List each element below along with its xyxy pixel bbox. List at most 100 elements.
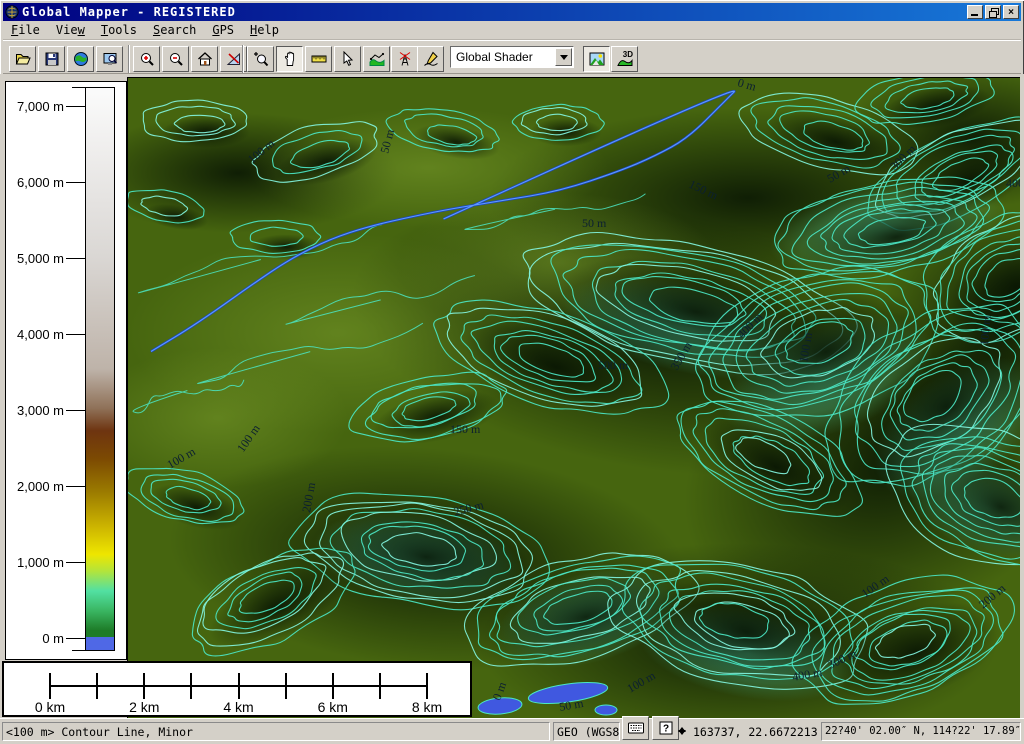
map-view[interactable]: 100 m50 m0 m50 m150 m300 m50 m400500 m35…: [127, 77, 1020, 718]
app-icon: [5, 5, 19, 19]
help-button[interactable]: ?: [652, 716, 679, 740]
terrain-map: 100 m50 m0 m50 m150 m300 m50 m400500 m35…: [128, 78, 1020, 718]
capture-screen-button[interactable]: [96, 46, 123, 72]
legend-tick: [66, 182, 85, 183]
keyboard-icon: [628, 722, 644, 734]
path-profile-button[interactable]: [363, 46, 390, 72]
3d-view-button[interactable]: 3D: [611, 46, 638, 72]
sea-level-band: [86, 637, 114, 650]
measure-tool-button[interactable]: [305, 46, 332, 72]
contour-label: 500 m: [598, 358, 629, 372]
shader-dropdown[interactable]: Global Shader: [450, 46, 574, 68]
toolbar-separator: [128, 45, 130, 73]
home-icon: [197, 51, 213, 67]
scale-tick: [190, 673, 192, 699]
select-tool-button[interactable]: [334, 46, 361, 72]
scale-tick: [96, 673, 98, 699]
legend-tick: [66, 258, 85, 259]
legend-tick: [66, 486, 85, 487]
contour-label: 50 m: [582, 216, 607, 230]
legend-tick-label: 0 m: [42, 631, 64, 646]
landscape-image-icon: [588, 51, 606, 67]
status-spinner[interactable]: [676, 721, 688, 741]
scale-label: 4 km: [223, 699, 253, 715]
scale-tick: [49, 673, 51, 699]
window-title: Global Mapper - REGISTERED: [22, 5, 236, 19]
chevron-down-icon: [560, 55, 568, 64]
scale-label: 2 km: [129, 699, 159, 715]
toolbar: Global Shader 3D: [3, 40, 1021, 74]
scale-tick: [143, 673, 145, 699]
globe-icon: [73, 51, 89, 67]
open-folder-icon: [15, 51, 31, 67]
legend-tick-label: 2,000 m: [17, 479, 64, 494]
status-projection: GEO (WGS84: [553, 722, 620, 741]
close-button[interactable]: ×: [1003, 5, 1019, 19]
view-shed-icon: [397, 51, 413, 67]
menu-search[interactable]: Search: [145, 21, 204, 39]
spinner-down-icon: [678, 730, 686, 739]
shader-dropdown-value: Global Shader: [456, 50, 533, 64]
scale-tick: [379, 673, 381, 699]
legend-cap: [72, 87, 85, 88]
scale-tick: [426, 673, 428, 699]
scale-label: 0 km: [35, 699, 65, 715]
titlebar: Global Mapper - REGISTERED ×: [3, 3, 1021, 21]
toolbar-separator: [242, 45, 244, 73]
contour-label: 150 m: [450, 422, 481, 436]
menu-tools[interactable]: Tools: [93, 21, 145, 39]
path-profile-icon: [369, 51, 385, 67]
zoom-out-button[interactable]: [162, 46, 189, 72]
restore-icon: [989, 8, 997, 16]
dropdown-arrow-button[interactable]: [555, 48, 572, 66]
legend-cap: [72, 650, 85, 651]
menu-help[interactable]: Help: [242, 21, 287, 39]
open-file-button[interactable]: [9, 46, 36, 72]
restore-button[interactable]: [985, 5, 1001, 19]
3d-label: 3D: [623, 50, 633, 59]
help-icon: ?: [659, 721, 673, 735]
zoom-tool-icon: [253, 51, 269, 67]
triangle-ruler-pencil-icon: [226, 51, 242, 67]
floppy-icon: [44, 51, 60, 67]
menubar: FileViewToolsSearchGPSHelp: [3, 21, 1021, 40]
svg-text:?: ?: [662, 724, 668, 735]
window-controls: ×: [967, 5, 1021, 19]
monitor-magnifier-icon: [102, 51, 118, 67]
menu-file[interactable]: File: [3, 21, 48, 39]
coordinate-entry-button[interactable]: [622, 716, 649, 740]
legend-tick-label: 6,000 m: [17, 175, 64, 190]
save-button[interactable]: [38, 46, 65, 72]
pan-tool-button[interactable]: [276, 46, 303, 72]
legend-tick: [66, 106, 85, 107]
image-display-button[interactable]: [583, 46, 610, 72]
legend-tick-label: 1,000 m: [17, 555, 64, 570]
zoom-in-button[interactable]: [133, 46, 160, 72]
digitizer-button[interactable]: [417, 46, 444, 72]
menu-view[interactable]: View: [48, 21, 93, 39]
statusbar: <100 m> Contour Line, Minor GEO (WGS84 ?…: [0, 718, 1024, 744]
scale-label: 6 km: [318, 699, 348, 715]
menu-gps[interactable]: GPS: [204, 21, 242, 39]
minimize-button[interactable]: [967, 5, 983, 19]
legend-tick: [66, 562, 85, 563]
scale-tick: [332, 673, 334, 699]
legend-tick-label: 5,000 m: [17, 251, 64, 266]
contour-label: 400: [1006, 176, 1020, 190]
hand-icon: [282, 51, 298, 67]
legend-tick-label: 7,000 m: [17, 99, 64, 114]
legend-tick-label: 3,000 m: [17, 403, 64, 418]
lake: [595, 705, 617, 715]
content-area: 100 m50 m0 m50 m150 m300 m50 m400500 m35…: [0, 74, 1024, 718]
zoom-tool-button[interactable]: [247, 46, 274, 72]
scale-tick: [238, 673, 240, 699]
overlay-control-center-button[interactable]: [67, 46, 94, 72]
legend-tick-label: 4,000 m: [17, 327, 64, 342]
full-view-button[interactable]: [191, 46, 218, 72]
arrow-cursor-icon: [340, 51, 356, 67]
legend-tick: [66, 334, 85, 335]
status-message: <100 m> Contour Line, Minor: [2, 722, 550, 741]
view-shed-button[interactable]: [391, 46, 418, 72]
zoom-out-icon: [168, 51, 184, 67]
legend-tick: [66, 638, 85, 639]
